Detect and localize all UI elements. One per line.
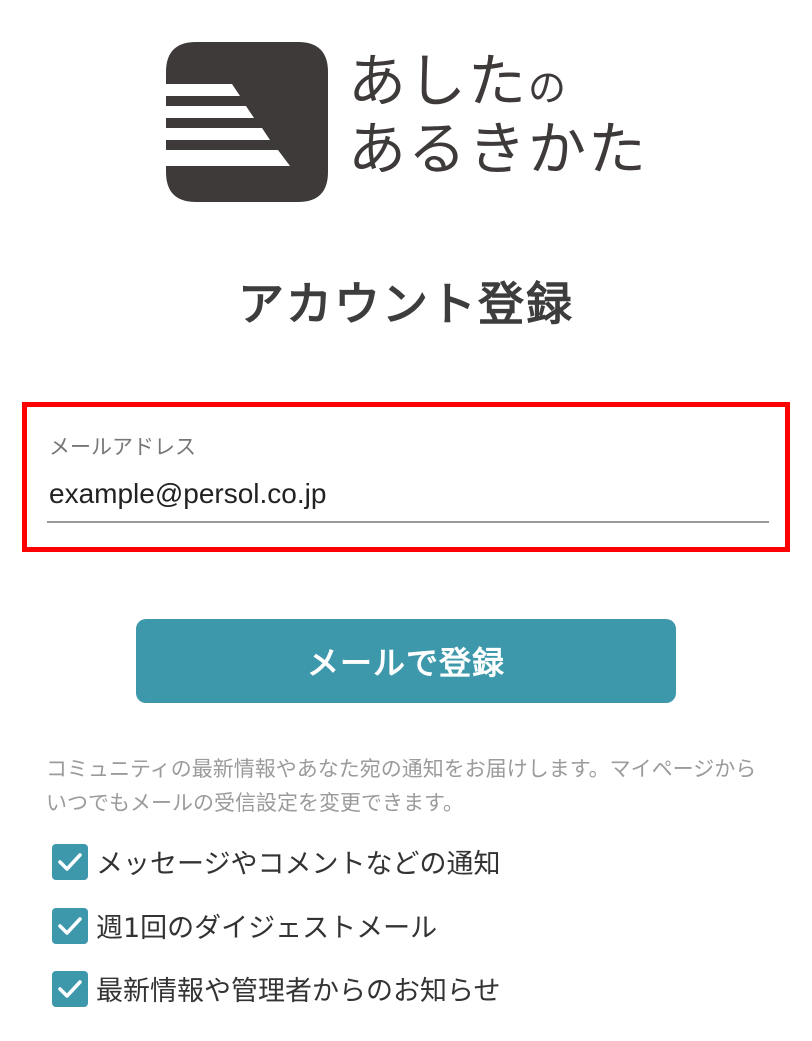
option-row-notifications[interactable]: メッセージやコメントなどの通知 bbox=[52, 842, 500, 881]
brand-logo-icon bbox=[166, 42, 328, 202]
checkmark-icon bbox=[58, 979, 82, 998]
email-input[interactable] bbox=[47, 467, 769, 523]
notification-notice-text: コミュニティの最新情報やあなた宛の通知をお届けします。マイページからいつでもメー… bbox=[46, 757, 757, 815]
page-title: アカウント登録 bbox=[238, 277, 574, 331]
account-registration-page: あしたの あるきかた アカウント登録 メールアドレス メールで登録 コミュニティ… bbox=[0, 0, 812, 1041]
digest-label: 週1回のダイジェストメール bbox=[96, 913, 438, 944]
announcements-label: 最新情報や管理者からのお知らせ bbox=[96, 976, 501, 1007]
register-with-email-button[interactable]: メールで登録 bbox=[136, 619, 676, 703]
option-row-announcements[interactable]: 最新情報や管理者からのお知らせ bbox=[52, 969, 500, 1008]
brand-wordmark: あしたの あるきかた bbox=[348, 52, 648, 178]
brand-wordmark-line1: あしたの bbox=[348, 52, 648, 110]
brand-wordmark-line2: あるきかた bbox=[348, 115, 649, 183]
checkmark-icon bbox=[58, 916, 82, 935]
notifications-checkbox[interactable] bbox=[52, 843, 88, 880]
email-field-label: メールアドレス bbox=[49, 435, 196, 459]
notifications-label: メッセージやコメントなどの通知 bbox=[96, 849, 501, 880]
brand-wordmark-main: あした bbox=[348, 47, 529, 115]
digest-checkbox[interactable] bbox=[52, 907, 88, 944]
brand-wordmark-particle: の bbox=[528, 66, 567, 110]
announcements-checkbox[interactable] bbox=[52, 970, 88, 1007]
checkmark-icon bbox=[58, 852, 82, 871]
option-row-digest[interactable]: 週1回のダイジェストメール bbox=[52, 906, 437, 945]
email-field-highlight: メールアドレス bbox=[22, 402, 790, 552]
